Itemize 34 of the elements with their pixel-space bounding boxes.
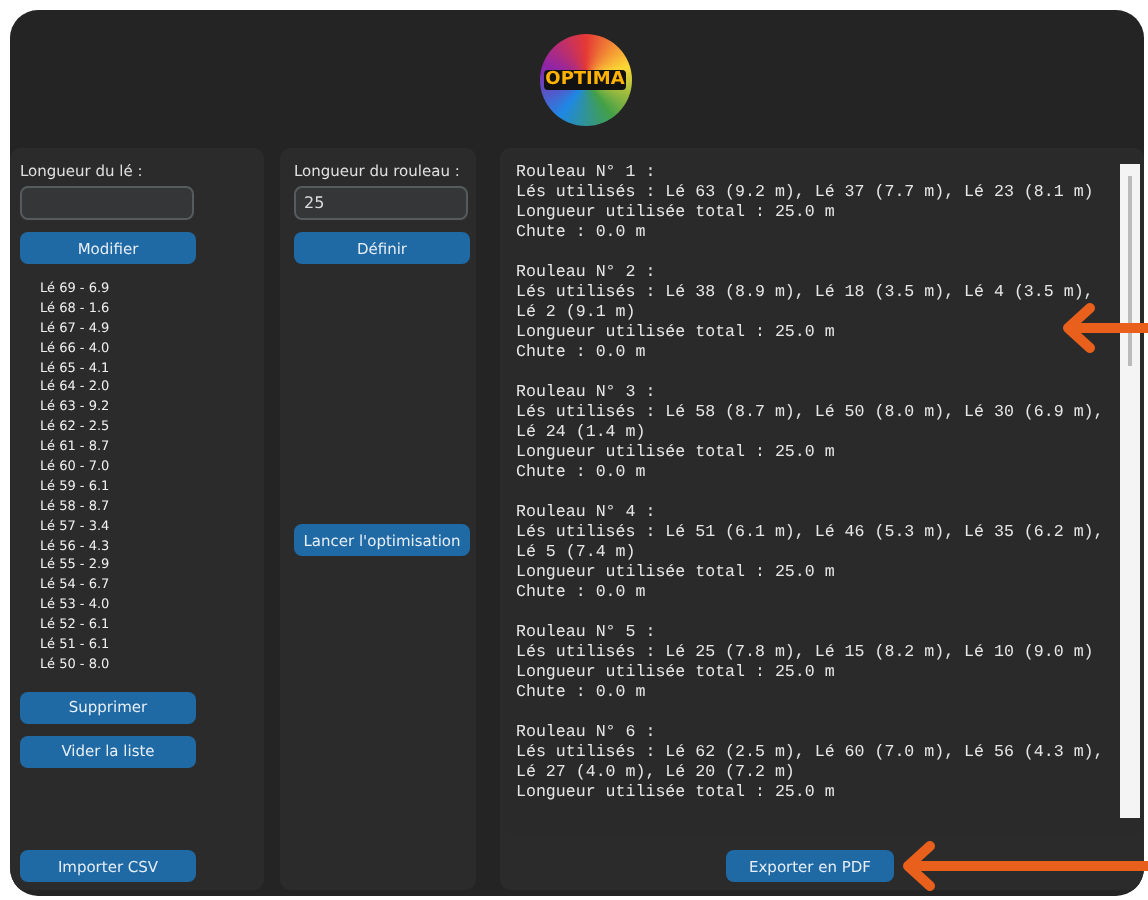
logo-text: OPTIMA [543, 69, 627, 89]
result-line: Lé 2 (9.1 m) [516, 304, 638, 324]
result-line: Lés utilisés : Lé 38 (8.9 m), Lé 18 (3.5 m), Lé 4 (3.5 m), [516, 284, 1096, 304]
result-line: Lés utilisés : Lé 62 (2.5 m), Lé 60 (7.0 m), Lé 56 (4.3 m), [516, 744, 1106, 764]
result-line: Chute : 0.0 m [516, 684, 648, 704]
result-line: Lés utilisés : Lé 58 (8.7 m), Lé 50 (8.0 m), Lé 30 (6.9 m), [516, 404, 1106, 424]
result-line: Longueur utilisée total : 25.0 m [516, 564, 837, 584]
result-line: Rouleau N° 6 : [516, 724, 658, 744]
result-line: Rouleau N° 3 : [516, 384, 658, 404]
scrollbar[interactable] [1120, 164, 1140, 818]
roll-length-input[interactable]: 25 [294, 186, 468, 220]
result-line: Longueur utilisée total : 25.0 m [516, 204, 837, 224]
arrow-icon [1060, 302, 1148, 354]
result-line: Lé 5 (7.4 m) [516, 544, 638, 564]
result-line: Lés utilisés : Lé 63 (9.2 m), Lé 37 (7.7 m), Lé 23 (8.1 m) [516, 184, 1096, 204]
length-input[interactable] [20, 186, 194, 220]
result-line: Lés utilisés : Lé 25 (7.8 m), Lé 15 (8.2 m), Lé 10 (9.0 m) [516, 644, 1096, 664]
arrow-icon [900, 840, 1148, 892]
scrollbar-thumb[interactable] [1128, 176, 1132, 366]
result-line: Chute : 0.0 m [516, 584, 648, 604]
result-line: Chute : 0.0 m [516, 344, 648, 364]
result-line: Lé 27 (4.0 m), Lé 20 (7.2 m) [516, 764, 797, 784]
result-line: Lés utilisés : Lé 51 (6.1 m), Lé 46 (5.3 m), Lé 35 (6.2 m), [516, 524, 1106, 544]
result-line: Rouleau N° 4 : [516, 504, 658, 524]
result-line: Rouleau N° 2 : [516, 264, 658, 284]
result-line: Longueur utilisée total : 25.0 m [516, 784, 837, 804]
result-line: Longueur utilisée total : 25.0 m [516, 444, 837, 464]
result-line: Longueur utilisée total : 25.0 m [516, 324, 837, 344]
result-line: Chute : 0.0 m [516, 224, 648, 244]
result-line: Rouleau N° 1 : [516, 164, 658, 184]
result-line: Lé 24 (1.4 m) [516, 424, 648, 444]
result-line: Rouleau N° 5 : [516, 624, 658, 644]
result-line: Longueur utilisée total : 25.0 m [516, 664, 837, 684]
result-line: Chute : 0.0 m [516, 464, 648, 484]
